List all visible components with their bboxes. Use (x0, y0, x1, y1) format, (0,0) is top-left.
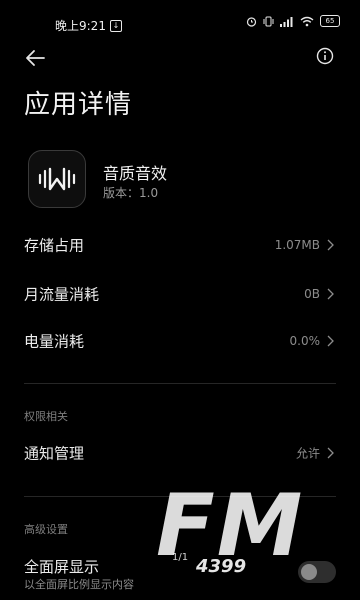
info-icon[interactable] (316, 47, 334, 65)
download-icon: ↓ (109, 19, 122, 32)
row-value: 0B (304, 287, 320, 301)
row-value: 0.0% (289, 334, 321, 348)
row-value: 1.07MB (274, 238, 320, 252)
row-notification-management[interactable]: 通知管理 允许 (0, 430, 360, 476)
top-bar (0, 40, 360, 76)
row-storage[interactable]: 存储占用 1.07MB (0, 222, 360, 268)
row-label: 存储占用 (24, 236, 85, 255)
status-icons: 65 (246, 15, 340, 27)
divider (24, 383, 336, 384)
chevron-right-icon (327, 288, 334, 300)
chevron-right-icon (327, 447, 334, 459)
battery-icon: 65 (320, 15, 340, 27)
chevron-right-icon (327, 335, 334, 347)
row-label: 电量消耗 (24, 332, 85, 351)
status-time-group: 晚上9:21 ↓ (55, 17, 122, 34)
row-battery-usage[interactable]: 电量消耗 0.0% (0, 318, 360, 364)
status-time: 晚上9:21 (55, 19, 106, 33)
page-title: 应用详情 (24, 90, 133, 120)
row-label: 月流量消耗 (24, 285, 100, 304)
row-data-usage[interactable]: 月流量消耗 0B (0, 271, 360, 317)
signal-icon (280, 16, 293, 27)
section-header-permissions: 权限相关 (24, 410, 68, 423)
alarm-icon (246, 16, 257, 27)
watermark-logo: FM 4399 (150, 478, 330, 588)
section-header-advanced: 高级设置 (24, 523, 68, 536)
app-logo-icon (28, 150, 86, 208)
row-sublabel: 以全面屏比例显示内容 (24, 578, 134, 591)
row-label: 全面屏显示 (24, 558, 100, 576)
app-version: 版本：1.0 (103, 186, 159, 200)
watermark-sub: 4399 (192, 556, 251, 577)
row-value: 允许 (295, 446, 320, 461)
status-bar: 晚上9:21 ↓ 65 (0, 0, 360, 44)
row-label: 通知管理 (24, 444, 85, 463)
app-name: 音质音效 (103, 164, 168, 183)
arrow-left-icon[interactable] (24, 48, 46, 68)
vibrate-icon (263, 16, 274, 26)
chevron-right-icon (327, 239, 334, 251)
wifi-icon (300, 16, 314, 26)
